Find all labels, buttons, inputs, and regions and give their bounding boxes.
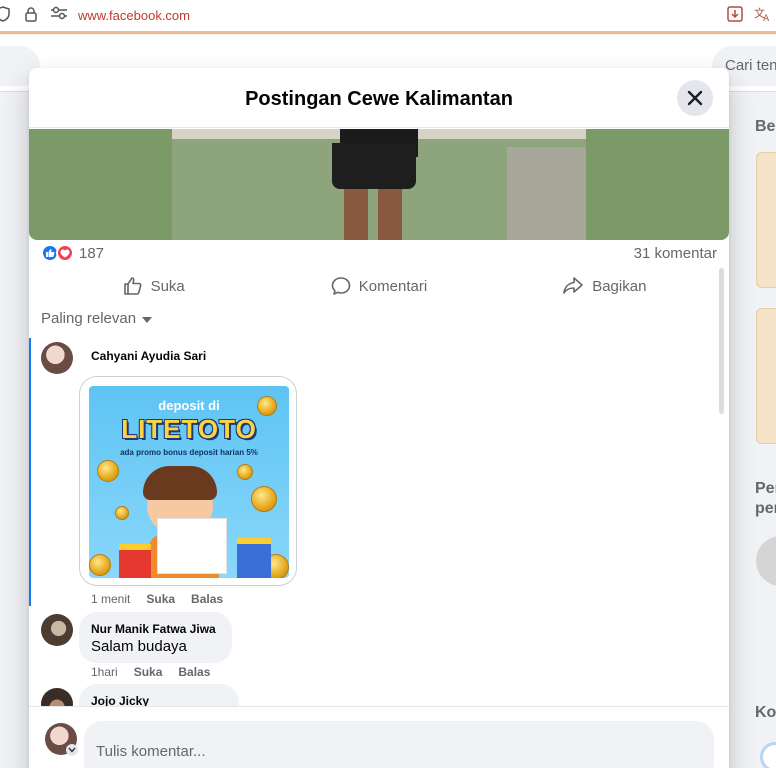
right-column-avatar[interactable]	[756, 536, 776, 586]
comment-time[interactable]: 1hari	[91, 665, 118, 679]
comment-highlight-bar	[29, 338, 31, 606]
post-actions: Suka Komentari Bagikan	[41, 268, 717, 304]
post-photo[interactable]	[29, 129, 729, 240]
comment-icon	[331, 277, 351, 295]
close-button[interactable]	[677, 80, 713, 116]
right-column-heading: Per	[755, 480, 776, 497]
translate-icon[interactable]: 文A	[754, 6, 772, 24]
love-reaction-icon	[56, 244, 74, 262]
modal-header: Postingan Cewe Kalimantan	[29, 68, 729, 128]
right-column-thumbnail[interactable]	[756, 308, 776, 444]
share-icon	[563, 277, 584, 294]
chevron-down-icon[interactable]	[66, 744, 78, 756]
post-stats: 187 31 komentar	[41, 244, 717, 264]
promo-subtext: ada promo bonus deposit harian 5%	[120, 448, 258, 457]
comment-button[interactable]: Komentari	[266, 268, 491, 304]
comment-like-link[interactable]: Suka	[134, 665, 163, 679]
caret-down-icon	[142, 316, 153, 323]
svg-text:A: A	[763, 14, 770, 22]
comment-like-link[interactable]: Suka	[146, 592, 175, 606]
comment-author[interactable]: Nur Manik Fatwa Jiwa	[91, 622, 216, 636]
like-label: Suka	[150, 277, 185, 295]
download-icon[interactable]	[726, 6, 744, 24]
comment-text: Salam budaya	[91, 638, 187, 655]
post-modal: Postingan Cewe Kalimantan 187 31 komenta…	[29, 68, 729, 768]
right-column-heading: per	[755, 500, 776, 517]
comment-count[interactable]: 31 komentar	[634, 245, 717, 262]
right-column-heading: Ber	[755, 118, 776, 135]
modal-title: Postingan Cewe Kalimantan	[245, 88, 513, 110]
sort-comments-dropdown[interactable]: Paling relevan	[41, 310, 153, 327]
browser-toolbar: www.facebook.com 文A	[0, 0, 776, 34]
sort-label: Paling relevan	[41, 310, 137, 327]
comment-meta: 1hari Suka Balas	[91, 665, 210, 679]
promo-brand: LITETOTO	[121, 414, 257, 444]
share-button[interactable]: Bagikan	[492, 268, 717, 304]
like-icon	[123, 277, 142, 295]
comment-reply-link[interactable]: Balas	[191, 592, 223, 606]
like-button[interactable]: Suka	[41, 268, 266, 304]
comments-scrollbar[interactable]	[719, 268, 724, 414]
right-column-avatar[interactable]	[760, 742, 776, 768]
commenter-avatar[interactable]	[41, 614, 73, 646]
comment-meta: 1 menit Suka Balas	[91, 592, 223, 606]
right-column-thumbnail[interactable]	[756, 152, 776, 288]
promo-line1: deposit di	[158, 398, 220, 413]
comment-label: Komentari	[358, 277, 428, 295]
comment-time[interactable]: 1 menit	[91, 592, 130, 606]
comment-image[interactable]: deposit di LITETOTO ada promo bonus depo…	[79, 376, 297, 586]
comment-composer	[29, 706, 729, 768]
close-icon	[687, 90, 703, 106]
right-column-heading: Ko	[755, 704, 776, 721]
comment-author[interactable]: Cahyani Ayudia Sari	[91, 349, 206, 363]
reactions-summary[interactable]: 187	[41, 244, 104, 262]
comment-reply-link[interactable]: Balas	[178, 665, 210, 679]
shield-icon[interactable]	[0, 6, 12, 24]
share-label: Bagikan	[592, 277, 647, 295]
address-bar-url[interactable]: www.facebook.com	[78, 8, 190, 23]
permissions-icon[interactable]	[50, 6, 68, 24]
promo-image: deposit di LITETOTO ada promo bonus depo…	[89, 386, 289, 578]
toolbar-accent-line	[0, 31, 776, 34]
commenter-avatar[interactable]	[41, 342, 73, 374]
lock-icon[interactable]	[22, 6, 40, 24]
comment-input[interactable]	[84, 721, 714, 768]
reaction-count: 187	[79, 244, 105, 262]
post-photo-content	[172, 129, 586, 240]
